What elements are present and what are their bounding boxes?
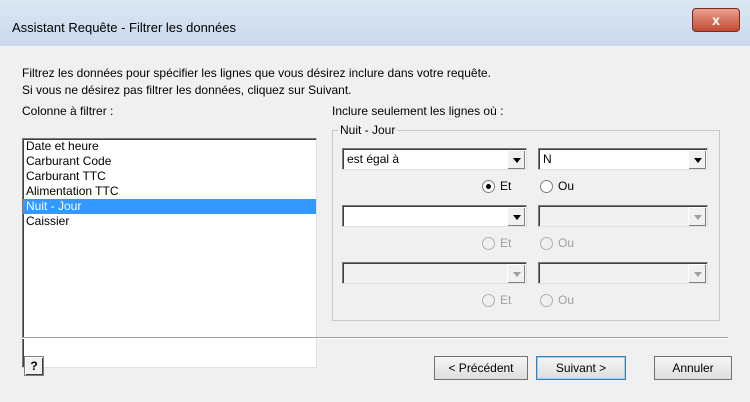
cancel-button[interactable]: Annuler — [654, 356, 732, 380]
chevron-down-icon — [507, 264, 525, 283]
intro-line-1: Filtrez les données pour spécifier les l… — [22, 66, 491, 80]
list-item-selected[interactable]: Nuit - Jour — [23, 199, 316, 214]
list-item[interactable]: Caissier — [23, 214, 316, 229]
operator-select-1[interactable]: est égal à — [342, 148, 527, 170]
chevron-down-icon — [688, 264, 706, 283]
radio-ou-1-label: Ou — [558, 179, 575, 193]
radio-et-3-label: Et — [500, 293, 512, 307]
radio-et-1-label: Et — [500, 179, 512, 193]
value-select-2 — [538, 205, 708, 227]
radio-ou-3-label: Ou — [558, 293, 575, 307]
value-value-1: N — [543, 152, 552, 166]
radio-ou-2-label: Ou — [558, 236, 575, 250]
filter-group-title: Nuit - Jour — [338, 123, 398, 137]
list-item[interactable]: Date et heure — [23, 139, 316, 154]
close-button[interactable]: x — [692, 8, 740, 32]
radio-et-1[interactable] — [482, 180, 495, 193]
operator-value-1: est égal à — [347, 152, 400, 166]
chevron-down-icon[interactable] — [507, 207, 525, 226]
radio-ou-2 — [540, 237, 553, 250]
operator-select-3 — [342, 262, 527, 284]
footer-separator — [22, 337, 728, 339]
radio-ou-3 — [540, 294, 553, 307]
value-select-3 — [538, 262, 708, 284]
intro-line-2: Si vous ne désirez pas filtrer les donné… — [22, 83, 352, 97]
window-title: Assistant Requête - Filtrer les données — [12, 20, 236, 35]
columns-label: Colonne à filtrer : — [22, 104, 114, 118]
list-item[interactable]: Carburant TTC — [23, 169, 316, 184]
value-select-1[interactable]: N — [538, 148, 708, 170]
radio-ou-1[interactable] — [540, 180, 553, 193]
radio-et-2-label: Et — [500, 236, 512, 250]
column-listbox[interactable]: Date et heure Carburant Code Carburant T… — [22, 138, 317, 368]
help-button[interactable]: ? — [24, 356, 44, 376]
filter-label: Inclure seulement les lignes où : — [332, 104, 504, 118]
operator-select-2[interactable] — [342, 205, 527, 227]
previous-button[interactable]: < Précédent — [434, 356, 528, 380]
list-item[interactable]: Carburant Code — [23, 154, 316, 169]
list-item[interactable]: Alimentation TTC — [23, 184, 316, 199]
radio-et-2 — [482, 237, 495, 250]
dialog-body: Filtrez les données pour spécifier les l… — [8, 46, 742, 394]
title-bar: Assistant Requête - Filtrer les données … — [0, 0, 750, 46]
radio-et-3 — [482, 294, 495, 307]
dialog-window: Assistant Requête - Filtrer les données … — [0, 0, 750, 402]
next-button[interactable]: Suivant > — [536, 356, 626, 380]
chevron-down-icon[interactable] — [688, 150, 706, 169]
chevron-down-icon — [688, 207, 706, 226]
chevron-down-icon[interactable] — [507, 150, 525, 169]
